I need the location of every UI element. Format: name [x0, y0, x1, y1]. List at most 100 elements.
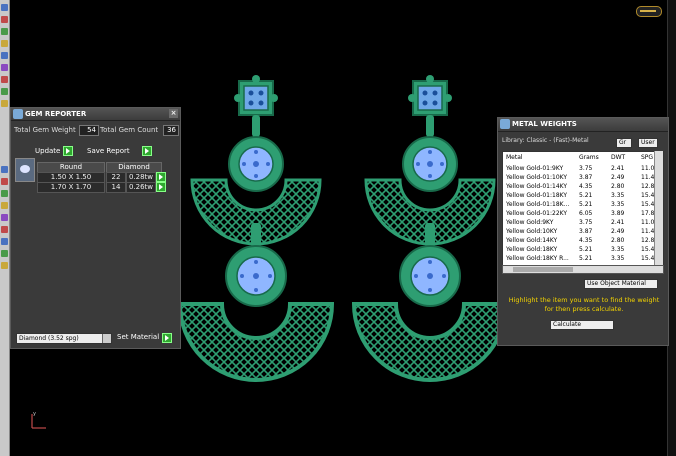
tool-icon[interactable] [1, 88, 8, 95]
metal-table-header: Metal Grams DWT SPG [503, 153, 663, 162]
metal-grams: 4.35 [579, 183, 593, 190]
metal-table-row[interactable]: Yellow Gold-01:18KY 5.21 3.35 15.40 [503, 191, 663, 200]
metal-name: Yellow Gold-01:9KY [506, 165, 564, 172]
left-toolbar [0, 0, 10, 456]
metal-grams: 4.35 [579, 237, 593, 244]
metal-dwt: 2.41 [611, 219, 625, 226]
user-select[interactable]: User [638, 138, 658, 148]
metal-dwt: 2.49 [611, 228, 625, 235]
metal-table-row[interactable]: Yellow Gold:14KY 4.35 2.80 12.86 [503, 236, 663, 245]
metal-grams: 3.75 [579, 219, 593, 226]
metal-dwt: 3.35 [611, 246, 625, 253]
metal-name: Yellow Gold:18KY R... [506, 255, 569, 262]
metal-table-row[interactable]: Yellow Gold:18KY 5.21 3.35 15.40 [503, 245, 663, 254]
play-arrow-icon[interactable] [63, 146, 73, 156]
metal-name: Yellow Gold-01:14KY [506, 183, 568, 190]
metal-table-row[interactable]: Yellow Gold-01:9KY 3.75 2.41 11.07 [503, 164, 663, 173]
metal-name: Yellow Gold:9KY [506, 219, 554, 226]
tool-icon[interactable] [1, 214, 8, 221]
tool-icon[interactable] [1, 250, 8, 257]
earring-right [352, 73, 508, 382]
col-metal: Metal [506, 154, 523, 161]
metal-table-row[interactable]: Yellow Gold:18KY R... 5.21 3.35 15.40 [503, 254, 663, 263]
gem-reporter-icon [13, 109, 23, 119]
tool-icon[interactable] [1, 262, 8, 269]
metal-grams: 3.87 [579, 228, 593, 235]
metal-name: Yellow Gold:10KY [506, 228, 558, 235]
tool-icon[interactable] [1, 64, 8, 71]
tool-icon[interactable] [1, 238, 8, 245]
metal-name: Yellow Gold-01:18K... [506, 201, 570, 208]
metal-grams: 3.87 [579, 174, 593, 181]
unit-select[interactable]: Gr [616, 138, 632, 148]
tool-icon[interactable] [1, 40, 8, 47]
metal-weights-panel: METAL WEIGHTS Library: Classic - (Fast)-… [497, 117, 669, 346]
tool-icon[interactable] [1, 100, 8, 107]
axis-gizmo-icon: y [31, 411, 46, 429]
play-arrow-icon[interactable] [162, 333, 172, 343]
metal-table-row[interactable]: Yellow Gold-01:22KY 6.05 3.89 17.88 [503, 209, 663, 218]
metal-table-row[interactable]: Yellow Gold:10KY 3.87 2.49 11.45 [503, 227, 663, 236]
library-label: Library: Classic - (Fast)-Metal [502, 137, 589, 144]
app-logo-icon [636, 6, 662, 17]
gem-row-weight: 0.26tw [126, 182, 156, 193]
metal-grams: 6.05 [579, 210, 593, 217]
gem-reporter-titlebar[interactable]: GEM REPORTER × [11, 108, 180, 121]
gem-reporter-panel: GEM REPORTER × Total Gem Weight 54 Total… [10, 107, 181, 349]
metal-grams: 5.21 [579, 192, 593, 199]
metal-name: Yellow Gold:18KY [506, 246, 558, 253]
metal-table-hscroll[interactable] [502, 265, 664, 274]
close-icon[interactable]: × [169, 109, 178, 118]
metal-name: Yellow Gold-01:10KY [506, 174, 568, 181]
col-grams: Grams [579, 154, 599, 161]
tool-icon[interactable] [1, 166, 8, 173]
update-button[interactable]: Update [35, 146, 60, 156]
play-arrow-icon[interactable] [142, 146, 152, 156]
tool-icon[interactable] [1, 28, 8, 35]
tool-icon[interactable] [1, 190, 8, 197]
play-arrow-icon[interactable] [156, 182, 166, 192]
metal-dwt: 3.35 [611, 255, 625, 262]
tool-icon[interactable] [1, 202, 8, 209]
gem-thumbnail-icon [15, 158, 35, 182]
metal-table-vscroll[interactable] [654, 151, 663, 265]
metal-dwt: 3.89 [611, 210, 625, 217]
material-select[interactable]: Diamond (3.52 spg) [16, 333, 112, 344]
calculate-hint: Highlight the item you want to find the … [508, 296, 660, 313]
metal-table-row[interactable]: Yellow Gold:9KY 3.75 2.41 11.07 [503, 218, 663, 227]
gem-row-count: 14 [106, 182, 126, 193]
metal-dwt: 2.80 [611, 237, 625, 244]
material-select-value: Diamond (3.52 spg) [19, 335, 79, 342]
calculate-select[interactable]: Calculate [550, 320, 614, 330]
use-object-material-select[interactable]: Use Object Material [584, 279, 658, 289]
metal-table-row[interactable]: Yellow Gold-01:10KY 3.87 2.49 11.45 [503, 173, 663, 182]
metal-table: Metal Grams DWT SPG Yellow Gold-01:9KY 3.… [502, 151, 664, 267]
set-material-button[interactable]: Set Material [117, 332, 159, 342]
dropdown-arrow-icon[interactable] [102, 334, 111, 343]
metal-dwt: 2.49 [611, 174, 625, 181]
metal-weights-icon [500, 119, 510, 129]
metal-dwt: 2.80 [611, 183, 625, 190]
tool-icon[interactable] [1, 4, 8, 11]
tool-icon[interactable] [1, 178, 8, 185]
col-dwt: DWT [611, 154, 626, 161]
metal-name: Yellow Gold-01:18KY [506, 192, 568, 199]
metal-weights-title: METAL WEIGHTS [512, 120, 577, 128]
tool-icon[interactable] [1, 76, 8, 83]
play-arrow-icon[interactable] [156, 172, 166, 182]
tool-icon[interactable] [1, 226, 8, 233]
metal-table-row[interactable]: Yellow Gold-01:18K... 5.21 3.35 15.40 [503, 200, 663, 209]
save-report-button[interactable]: Save Report [87, 146, 130, 156]
metal-weights-titlebar[interactable]: METAL WEIGHTS [498, 118, 668, 132]
total-gem-weight-value: 54 [79, 125, 99, 136]
earring-left [178, 73, 334, 382]
tool-icon[interactable] [1, 16, 8, 23]
gem-row-size: 1.70 X 1.70 [37, 182, 105, 193]
total-gem-count-value: 36 [163, 125, 179, 136]
metal-dwt: 3.35 [611, 201, 625, 208]
gem-reporter-title: GEM REPORTER [25, 110, 87, 118]
tool-icon[interactable] [1, 52, 8, 59]
metal-table-row[interactable]: Yellow Gold-01:14KY 4.35 2.80 12.86 [503, 182, 663, 191]
metal-grams: 5.21 [579, 255, 593, 262]
svg-text:y: y [33, 411, 36, 417]
